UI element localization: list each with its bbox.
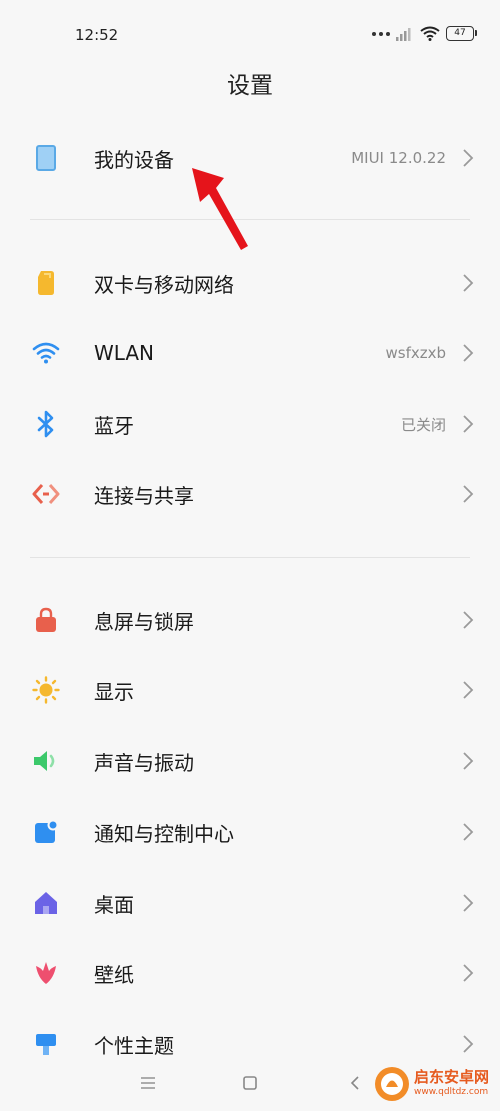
chevron-right-icon [463, 1035, 474, 1053]
section-divider [30, 219, 470, 220]
chevron-right-icon [463, 485, 474, 503]
share-icon [32, 480, 60, 508]
sim-card-icon [32, 269, 60, 297]
sun-icon [32, 676, 60, 704]
settings-item-connection-sharing[interactable]: 连接与共享 [0, 466, 500, 522]
lock-icon [32, 606, 60, 634]
wifi-icon [32, 339, 60, 367]
settings-item-label: 桌面 [94, 892, 134, 917]
settings-item-label: 连接与共享 [94, 483, 194, 508]
settings-item-label: 通知与控制中心 [94, 821, 234, 846]
settings-item-lock-screen[interactable]: 息屏与锁屏 [0, 592, 500, 648]
chevron-right-icon [463, 823, 474, 841]
settings-item-bluetooth[interactable]: 蓝牙 已关闭 [0, 396, 500, 452]
wifi-status-icon [420, 26, 440, 41]
more-dots-icon [372, 31, 390, 36]
settings-item-wallpaper[interactable]: 壁纸 [0, 945, 500, 1001]
settings-item-display[interactable]: 显示 [0, 662, 500, 718]
chevron-right-icon [463, 611, 474, 629]
battery-indicator: 47 [446, 26, 477, 41]
settings-item-label: 显示 [94, 679, 134, 704]
menu-icon [141, 1077, 155, 1089]
settings-item-label: 息屏与锁屏 [94, 609, 194, 634]
settings-item-my-device[interactable]: 我的设备 MIUI 12.0.22 [0, 130, 500, 186]
tablet-icon [32, 144, 60, 172]
settings-item-dual-sim[interactable]: 双卡与移动网络 [0, 255, 500, 311]
page-title: 设置 [227, 73, 273, 99]
brush-icon [32, 1030, 60, 1058]
bluetooth-icon [32, 410, 60, 438]
settings-item-label: 双卡与移动网络 [94, 272, 234, 297]
chevron-right-icon [463, 894, 474, 912]
chevron-right-icon [463, 149, 474, 167]
settings-item-label: 我的设备 [94, 147, 174, 172]
settings-item-desktop[interactable]: 桌面 [0, 875, 500, 931]
chevron-right-icon [463, 415, 474, 433]
chevron-right-icon [463, 344, 474, 362]
signal-icon [396, 27, 411, 41]
back-button[interactable] [340, 1068, 370, 1098]
navigation-bar: 启东安卓网 www.qdltdz.com [0, 1056, 500, 1111]
watermark-logo: 启东安卓网 www.qdltdz.com [372, 1062, 498, 1106]
settings-item-wlan[interactable]: WLAN wsfxzxb [0, 325, 500, 381]
back-icon [350, 1076, 359, 1090]
square-icon [243, 1076, 257, 1090]
settings-item-notifications[interactable]: 通知与控制中心 [0, 804, 500, 860]
status-bar: 12:52 47 [0, 0, 500, 72]
chevron-right-icon [463, 752, 474, 770]
watermark-site-name: 启东安卓网 [414, 1068, 490, 1086]
settings-item-value: wsfxzxb [385, 344, 446, 362]
settings-item-sound[interactable]: 声音与振动 [0, 733, 500, 789]
settings-item-value: MIUI 12.0.22 [351, 149, 446, 167]
menu-button[interactable] [133, 1068, 163, 1098]
status-time: 12:52 [75, 26, 119, 44]
notification-icon [32, 818, 60, 846]
settings-item-label: 个性主题 [94, 1033, 174, 1058]
home-icon [32, 889, 60, 917]
section-divider [30, 557, 470, 558]
home-button[interactable] [235, 1068, 265, 1098]
watermark-url: www.qdltdz.com [414, 1087, 489, 1097]
speaker-icon [32, 747, 60, 775]
chevron-right-icon [463, 274, 474, 292]
settings-item-label: WLAN [94, 341, 155, 365]
settings-item-label: 蓝牙 [94, 413, 134, 438]
chevron-right-icon [463, 964, 474, 982]
status-icons: 47 [372, 26, 477, 41]
settings-item-label: 声音与振动 [94, 750, 194, 775]
chevron-right-icon [463, 681, 474, 699]
settings-item-label: 壁纸 [94, 962, 134, 987]
settings-item-value: 已关闭 [400, 415, 446, 434]
flower-icon [32, 959, 60, 987]
